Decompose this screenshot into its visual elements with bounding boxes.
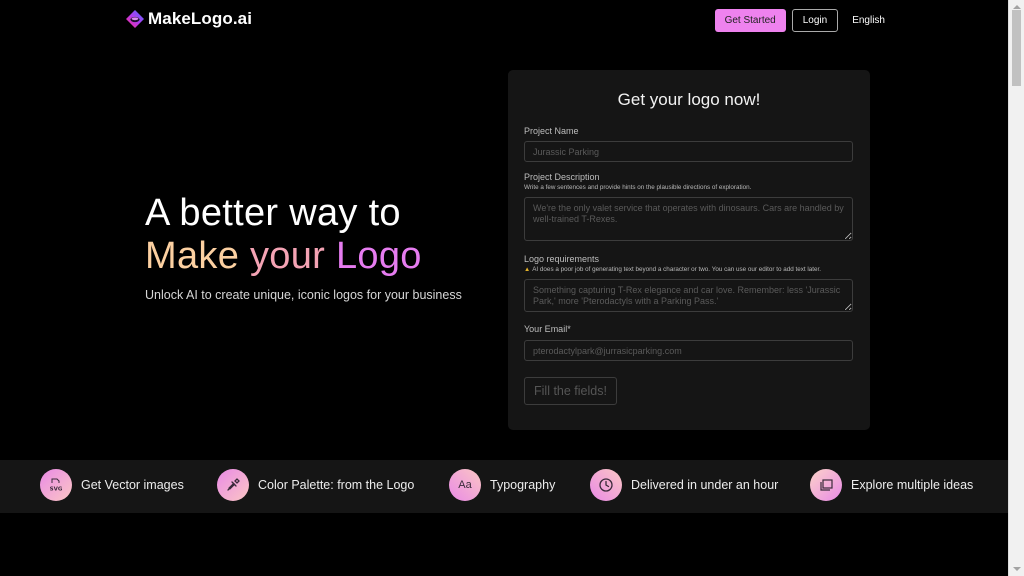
form-title: Get your logo now!: [617, 90, 761, 109]
feature-label: Typography: [490, 478, 556, 492]
feature-delivery-time: Delivered in under an hour: [590, 469, 778, 501]
login-button[interactable]: Login: [791, 9, 839, 32]
logo-requirements-hint-row: ▲ AI does a poor job of generating text b…: [524, 266, 821, 273]
email-label: Your Email*: [524, 324, 571, 334]
feature-color-palette: Color Palette: from the Logo: [217, 469, 414, 501]
typography-glyph: Aa: [458, 479, 472, 491]
feature-vector-images: SVG Get Vector images: [40, 469, 184, 501]
warning-icon: ▲: [524, 266, 531, 273]
logo-request-form: Get your logo now! Project Name Project …: [508, 70, 870, 430]
page-scrollbar[interactable]: [1008, 0, 1024, 576]
scroll-up-arrow-icon[interactable]: [1013, 5, 1021, 9]
scrollbar-thumb[interactable]: [1012, 10, 1021, 86]
project-description-hint: Write a few sentences and provide hints …: [524, 184, 752, 191]
page: MakeLogo.ai Get Started Login English A …: [0, 0, 1008, 576]
hero-word-your: your: [249, 235, 326, 277]
feature-label: Color Palette: from the Logo: [258, 478, 415, 492]
logo-requirements-textarea[interactable]: [524, 279, 853, 312]
feature-typography: Aa Typography: [449, 469, 555, 501]
hero-word-logo: Logo: [335, 235, 422, 277]
feature-label: Explore multiple ideas: [851, 478, 974, 492]
project-name-input[interactable]: [524, 141, 853, 162]
features-strip: SVG Get Vector images Color Palette: fro…: [0, 460, 1008, 513]
get-started-button[interactable]: Get Started: [714, 9, 786, 32]
hero-word-make: Make: [145, 235, 240, 277]
logo-requirements-label: Logo requirements: [524, 254, 600, 264]
email-input[interactable]: [524, 340, 853, 361]
brand-name: MakeLogo.ai: [148, 9, 253, 28]
hero-subtitle: Unlock AI to create unique, iconic logos…: [145, 288, 462, 302]
project-name-label: Project Name: [524, 126, 579, 136]
svg-file-icon: SVG: [40, 469, 72, 501]
typography-icon: Aa: [449, 469, 481, 501]
brand-logo[interactable]: MakeLogo.ai: [125, 9, 252, 29]
hero-headline-line2: Make your Logo: [145, 234, 485, 278]
hero: A better way to Make your Logo Unlock AI…: [145, 192, 485, 302]
project-description-label: Project Description: [524, 172, 600, 182]
clock-icon: [590, 469, 622, 501]
feature-label: Get Vector images: [81, 478, 184, 492]
color-picker-icon: [217, 469, 249, 501]
language-selector[interactable]: English: [844, 15, 893, 26]
hero-headline-line1: A better way to: [145, 192, 401, 234]
submit-button[interactable]: Fill the fields!: [524, 377, 617, 405]
copy-icon: [810, 469, 842, 501]
logo-eye-icon: [125, 9, 145, 29]
feature-multiple-ideas: Explore multiple ideas: [810, 469, 973, 501]
svg-text:SVG: SVG: [50, 487, 63, 493]
project-description-textarea[interactable]: [524, 197, 853, 241]
top-nav: Get Started Login English: [714, 9, 893, 32]
feature-label: Delivered in under an hour: [631, 478, 779, 492]
logo-requirements-hint: AI does a poor job of generating text be…: [532, 266, 822, 273]
header: MakeLogo.ai Get Started Login English: [0, 0, 1008, 40]
scroll-down-arrow-icon[interactable]: [1013, 567, 1021, 571]
